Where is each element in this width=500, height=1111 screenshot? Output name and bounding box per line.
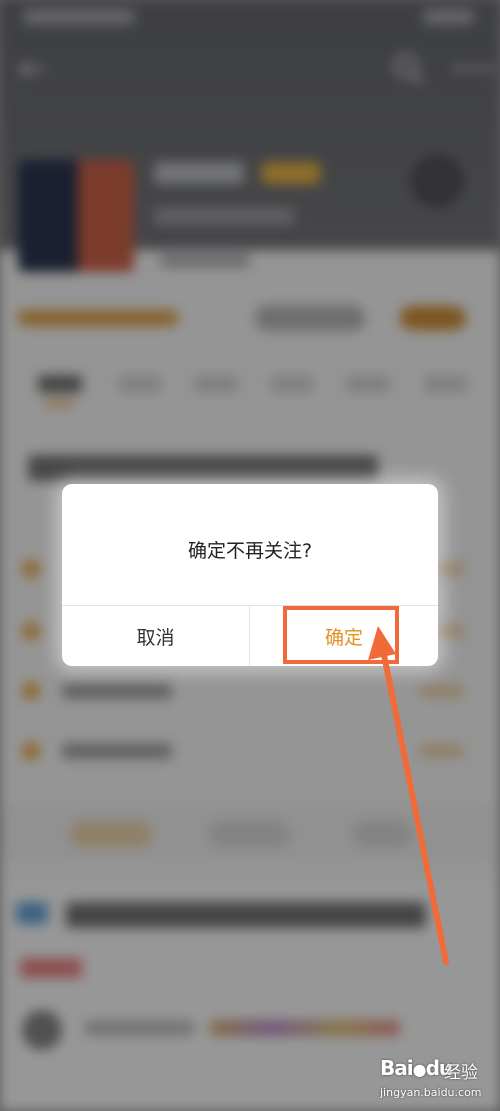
confirm-highlight-box [283, 606, 399, 664]
watermark-brand: Bai●du [380, 1056, 453, 1080]
baidu-jingyan-watermark: Bai●du 经验 jingyan.baidu.com [380, 1052, 494, 1106]
watermark-url: jingyan.baidu.com [380, 1086, 482, 1099]
cancel-button[interactable]: 取消 [62, 606, 249, 666]
dialog-message: 确定不再关注? [187, 540, 313, 562]
watermark-product: 经验 [444, 1063, 478, 1083]
